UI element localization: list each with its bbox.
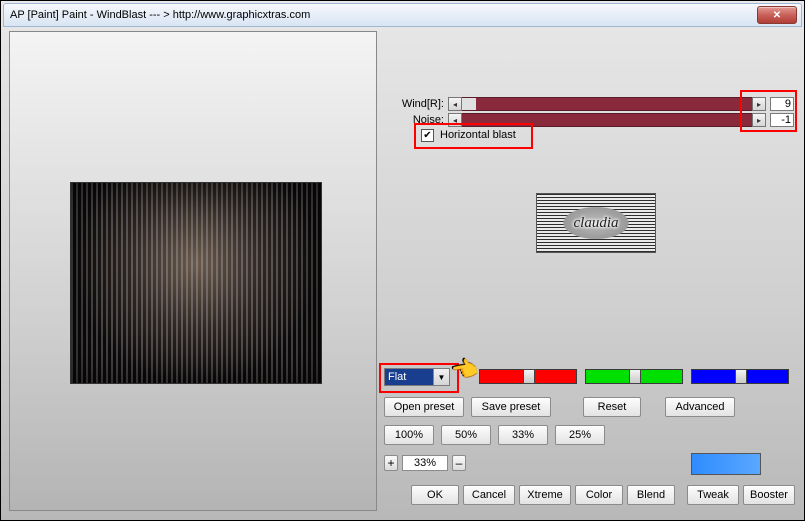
wind-label: Wind[R]:: [388, 98, 448, 110]
wind-decrease-button[interactable]: ◂: [448, 97, 462, 111]
wind-slider-track[interactable]: [462, 97, 752, 111]
open-preset-button[interactable]: Open preset: [384, 397, 464, 417]
red-slider[interactable]: [479, 369, 577, 384]
blue-slider[interactable]: [691, 369, 789, 384]
blend-button[interactable]: Blend: [627, 485, 675, 505]
xtreme-button[interactable]: Xtreme: [519, 485, 571, 505]
cancel-button[interactable]: Cancel: [463, 485, 515, 505]
wind-value[interactable]: 9: [770, 97, 794, 111]
noise-label: Noise:: [388, 114, 448, 126]
green-slider-thumb[interactable]: [629, 369, 641, 384]
wind-row: Wind[R]: ◂ ▸ 9: [388, 97, 794, 111]
horizontal-blast-label: Horizontal blast: [440, 129, 516, 141]
zoom-in-button[interactable]: +: [384, 455, 398, 471]
booster-button[interactable]: Booster: [743, 485, 795, 505]
horizontal-blast-row: ✔ Horizontal blast: [421, 127, 516, 143]
claudia-logo: claudia: [536, 193, 656, 253]
noise-value[interactable]: -1: [770, 113, 794, 127]
close-icon: ✕: [773, 10, 781, 21]
horizontal-blast-checkbox[interactable]: ✔: [421, 129, 434, 142]
red-slider-thumb[interactable]: [523, 369, 535, 384]
preset-dropdown[interactable]: Flat ▼: [384, 368, 450, 386]
window-title: AP [Paint] Paint - WindBlast --- > http:…: [10, 9, 757, 21]
advanced-button[interactable]: Advanced: [665, 397, 735, 417]
zoom-100-button[interactable]: 100%: [384, 425, 434, 445]
logo-text: claudia: [574, 215, 619, 232]
zoom-50-button[interactable]: 50%: [441, 425, 491, 445]
noise-row: Noise: ◂ ▸ -1: [388, 113, 794, 127]
preview-panel: [9, 31, 377, 511]
chevron-down-icon: ▼: [433, 369, 449, 385]
pointing-hand-icon: 👈: [449, 357, 480, 383]
zoom-value[interactable]: 33%: [402, 455, 448, 471]
green-slider[interactable]: [585, 369, 683, 384]
zoom-out-button[interactable]: –: [452, 455, 466, 471]
wind-increase-button[interactable]: ▸: [752, 97, 766, 111]
zoom-25-button[interactable]: 25%: [555, 425, 605, 445]
color-swatch[interactable]: [691, 453, 761, 475]
blue-slider-thumb[interactable]: [735, 369, 747, 384]
save-preset-button[interactable]: Save preset: [471, 397, 551, 417]
wind-slider-gap: [462, 98, 476, 110]
dialog-window: AP [Paint] Paint - WindBlast --- > http:…: [0, 0, 805, 521]
preview-image: [70, 182, 322, 384]
reset-button[interactable]: Reset: [583, 397, 641, 417]
title-bar: AP [Paint] Paint - WindBlast --- > http:…: [3, 3, 802, 27]
noise-slider-track[interactable]: [462, 113, 752, 127]
tweak-button[interactable]: Tweak: [687, 485, 739, 505]
preset-dropdown-value: Flat: [385, 369, 433, 385]
close-button[interactable]: ✕: [757, 6, 797, 24]
ok-button[interactable]: OK: [411, 485, 459, 505]
zoom-33-button[interactable]: 33%: [498, 425, 548, 445]
color-button[interactable]: Color: [575, 485, 623, 505]
noise-decrease-button[interactable]: ◂: [448, 113, 462, 127]
noise-increase-button[interactable]: ▸: [752, 113, 766, 127]
